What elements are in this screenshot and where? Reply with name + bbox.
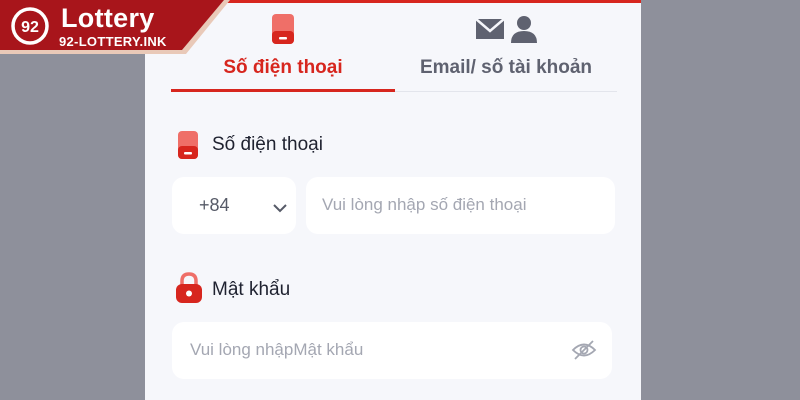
tab-phone-label: Số điện thoại [223, 57, 343, 78]
eye-off-icon[interactable] [571, 339, 597, 366]
brand-logo[interactable]: 92 Lottery 92-LOTTERY.INK [0, 0, 230, 54]
country-code-value: +84 [199, 195, 230, 215]
tab-email-label: Email/ số tài khoản [419, 57, 593, 78]
phone-section-label: Số điện thoại [212, 134, 323, 155]
logo-mark-text: 92 [21, 19, 39, 36]
logo-text: Lottery [61, 3, 155, 33]
phone-number-placeholder: Vui lòng nhập số điện thoại [322, 195, 527, 214]
tab-email-account[interactable]: Email/ số tài khoản [395, 3, 617, 91]
lock-icon [175, 272, 203, 309]
logo-mark-icon: 92 [10, 6, 50, 51]
email-user-icon [474, 13, 538, 50]
login-tabs: Số điện thoại Email/ số tài khoản [171, 3, 617, 92]
password-placeholder: Vui lòng nhậpMật khẩu [190, 340, 364, 359]
password-section-label: Mật khẩu [212, 279, 291, 300]
phone-number-input[interactable]: Vui lòng nhập số điện thoại [306, 177, 615, 234]
login-panel: Số điện thoại Email/ số tài khoản Số điệ… [145, 0, 641, 400]
active-tab-indicator [171, 89, 395, 92]
phone-icon [271, 13, 295, 50]
password-input[interactable]: Vui lòng nhậpMật khẩu [172, 322, 612, 379]
phone-icon [177, 130, 199, 165]
chevron-down-icon [272, 199, 288, 219]
logo-domain: 92-LOTTERY.INK [59, 34, 167, 49]
country-code-select[interactable]: +84 [172, 177, 296, 234]
